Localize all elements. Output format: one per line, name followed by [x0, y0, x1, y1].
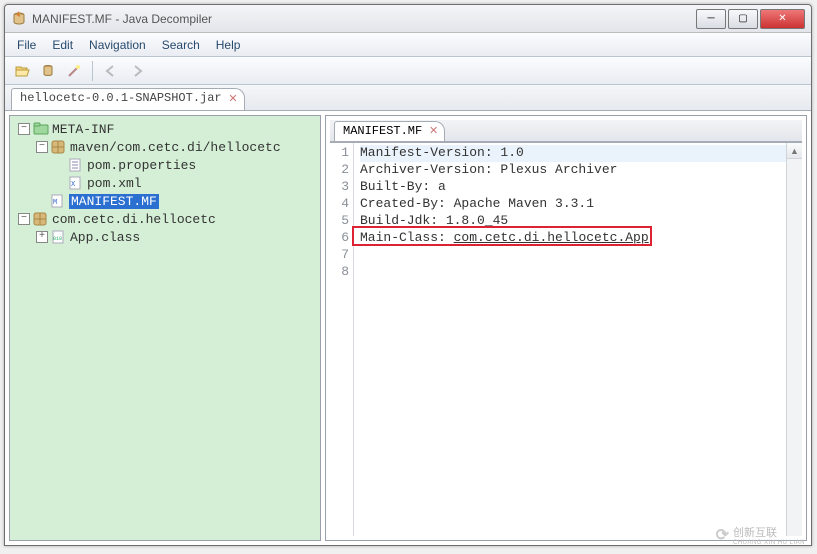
scroll-up-icon[interactable]: ▲ [787, 143, 802, 159]
menubar: File Edit Navigation Search Help [5, 33, 811, 57]
tree-pane: − META-INF − maven/com.cetc.di/hellocetc… [9, 115, 321, 541]
tree-label: pom.properties [87, 158, 196, 173]
forward-button [126, 60, 148, 82]
collapse-icon[interactable]: − [18, 213, 30, 225]
tree-label: META-INF [52, 122, 114, 137]
file-tab-label: hellocetc-0.0.1-SNAPSHOT.jar [20, 91, 222, 105]
tree-label: App.class [70, 230, 140, 245]
package-icon [51, 139, 67, 155]
editor-pane: MANIFEST.MF ✕ 12345678 Manifest-Version:… [325, 115, 807, 541]
tree-node-manifest[interactable]: M MANIFEST.MF [12, 192, 318, 210]
tree-label: pom.xml [87, 176, 142, 191]
toolbar [5, 57, 811, 85]
watermark: ⟳ 创新互联 CHUANG XIN HU LIAN [716, 524, 805, 546]
editor-tabbar: MANIFEST.MF ✕ [330, 120, 802, 142]
package-icon [33, 211, 49, 227]
tree-node-app-class[interactable]: + 010 App.class [12, 228, 318, 246]
line-gutter: 12345678 [330, 143, 354, 536]
class-file-icon: 010 [51, 229, 67, 245]
tree-node-maven[interactable]: − maven/com.cetc.di/hellocetc [12, 138, 318, 156]
code-line [360, 264, 786, 281]
wand-button[interactable] [63, 60, 85, 82]
close-button[interactable]: ✕ [760, 9, 805, 29]
vertical-scrollbar[interactable]: ▲ [786, 143, 802, 536]
file-tab[interactable]: hellocetc-0.0.1-SNAPSHOT.jar ✕ [11, 88, 245, 110]
folder-green-icon [33, 121, 49, 137]
manifest-file-icon: M [50, 193, 66, 209]
xml-file-icon: X [68, 175, 84, 191]
toolbar-separator [92, 61, 93, 81]
code-line: Created-By: Apache Maven 3.3.1 [360, 196, 786, 213]
collapse-icon[interactable]: − [36, 141, 48, 153]
menu-file[interactable]: File [9, 35, 44, 55]
code-line: Built-By: a [360, 179, 786, 196]
editor-tab[interactable]: MANIFEST.MF ✕ [334, 121, 445, 141]
tree-node-pom-properties[interactable]: pom.properties [12, 156, 318, 174]
svg-text:M: M [53, 199, 57, 207]
jar-icon [11, 11, 27, 27]
svg-text:010: 010 [53, 236, 62, 242]
watermark-text: 创新互联 [733, 524, 805, 540]
menu-edit[interactable]: Edit [44, 35, 81, 55]
tab-close-icon[interactable]: ✕ [228, 92, 237, 106]
code-line [360, 247, 786, 264]
titlebar: MANIFEST.MF - Java Decompiler ─ ▢ ✕ [5, 5, 811, 33]
tree-label: MANIFEST.MF [69, 194, 159, 209]
tree-label: com.cetc.di.hellocetc [52, 212, 216, 227]
menu-help[interactable]: Help [208, 35, 249, 55]
file-tabbar: hellocetc-0.0.1-SNAPSHOT.jar ✕ [5, 85, 811, 111]
maximize-button[interactable]: ▢ [728, 9, 758, 29]
menu-navigation[interactable]: Navigation [81, 35, 154, 55]
collapse-icon[interactable]: − [18, 123, 30, 135]
window-title: MANIFEST.MF - Java Decompiler [32, 12, 694, 26]
watermark-logo-icon: ⟳ [716, 525, 729, 545]
minimize-button[interactable]: ─ [696, 9, 726, 29]
editor-tab-label: MANIFEST.MF [343, 124, 422, 138]
watermark-subtext: CHUANG XIN HU LIAN [733, 540, 805, 546]
tab-close-icon[interactable]: ✕ [429, 124, 438, 138]
back-button [100, 60, 122, 82]
code-line: Archiver-Version: Plexus Archiver [360, 162, 786, 179]
tree-label: maven/com.cetc.di/hellocetc [70, 140, 281, 155]
tree-node-meta-inf[interactable]: − META-INF [12, 120, 318, 138]
tree-node-com-cetc[interactable]: − com.cetc.di.hellocetc [12, 210, 318, 228]
open-button[interactable] [11, 60, 33, 82]
code-area[interactable]: Manifest-Version: 1.0 Archiver-Version: … [354, 143, 786, 536]
tree-node-pom-xml[interactable]: X pom.xml [12, 174, 318, 192]
highlight-box [352, 226, 652, 246]
jar-button[interactable] [37, 60, 59, 82]
expand-icon[interactable]: + [36, 231, 48, 243]
properties-file-icon [68, 157, 84, 173]
code-line: Manifest-Version: 1.0 [360, 145, 786, 162]
menu-search[interactable]: Search [154, 35, 208, 55]
